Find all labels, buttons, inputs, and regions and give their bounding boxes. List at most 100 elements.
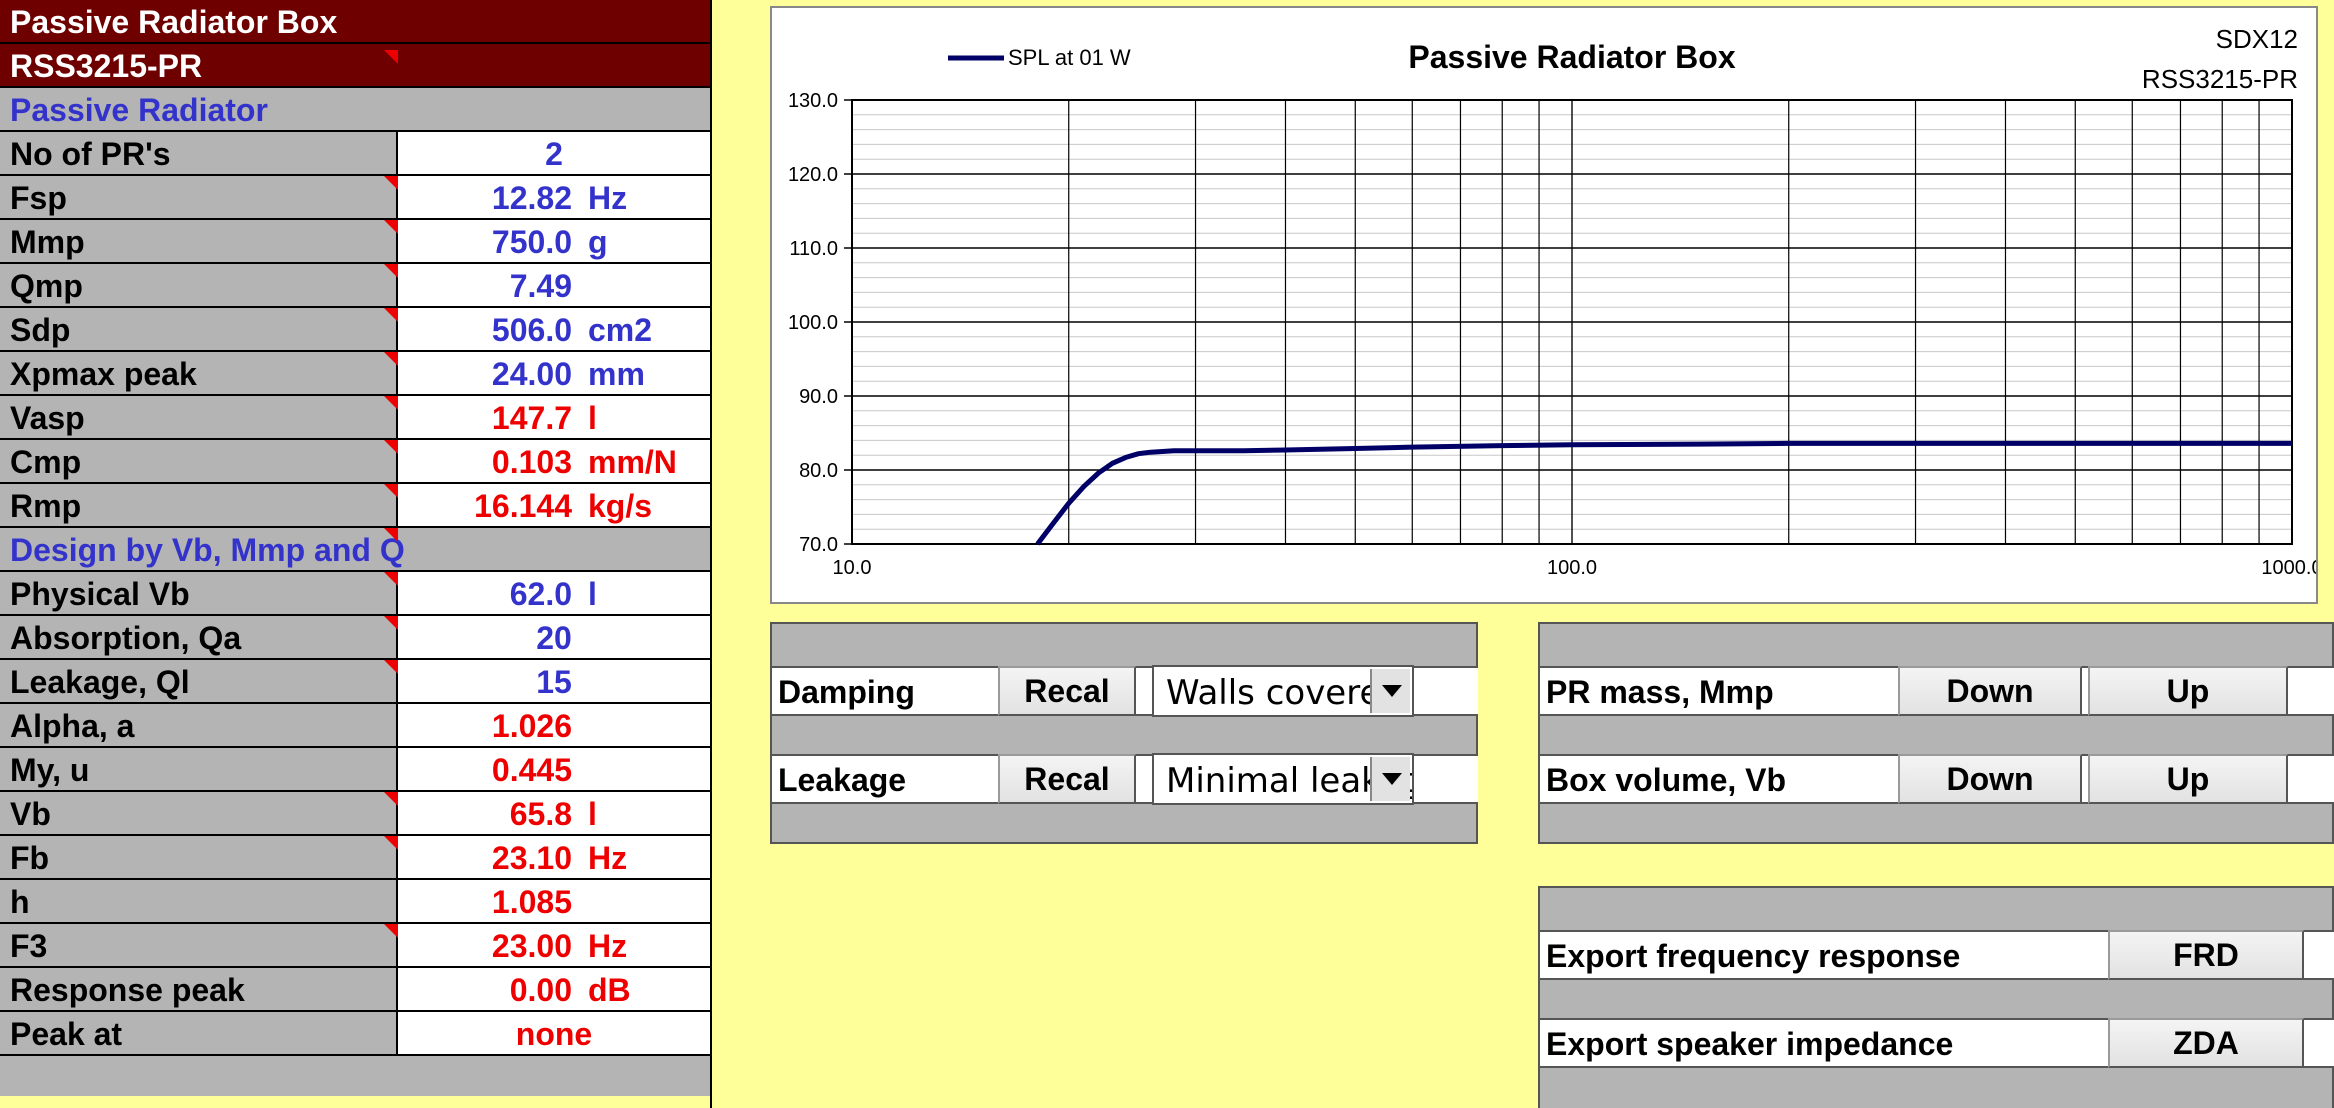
param-row: Vasp 147.7 l bbox=[0, 396, 710, 440]
param-row: Cmp 0.103 mm/N bbox=[0, 440, 710, 484]
export-panel: Export frequency response FRD Export spe… bbox=[1538, 886, 2334, 1108]
param-value-cell[interactable]: 506.0 cm2 bbox=[398, 308, 710, 350]
param-label: Xpmax peak bbox=[10, 356, 197, 392]
param-value: 23.00 bbox=[491, 928, 572, 964]
pr-mass-down-button[interactable]: Down bbox=[1898, 666, 2082, 716]
param-label: h bbox=[10, 884, 30, 920]
param-row: Rmp 16.144 kg/s bbox=[0, 484, 710, 528]
param-row: Alpha, a 1.026 bbox=[0, 704, 710, 748]
param-row: Xpmax peak 24.00 mm bbox=[0, 352, 710, 396]
param-unit: l bbox=[588, 576, 597, 612]
param-row: Leakage, Ql 15 bbox=[0, 660, 710, 704]
param-label: Sdp bbox=[10, 312, 71, 348]
param-label-cell: Peak at bbox=[0, 1012, 398, 1054]
chevron-down-icon[interactable] bbox=[1370, 669, 1410, 713]
param-unit: Hz bbox=[588, 928, 628, 964]
damping-label: Damping bbox=[778, 674, 915, 710]
param-label-cell: My, u bbox=[0, 748, 398, 790]
box-volume-up-button[interactable]: Up bbox=[2088, 754, 2288, 804]
param-label-cell: Mmp bbox=[0, 220, 398, 262]
export-frd-label: Export frequency response bbox=[1546, 938, 1961, 974]
param-value-cell: 147.7 l bbox=[398, 396, 710, 438]
pr-mass-up-button[interactable]: Up bbox=[2088, 666, 2288, 716]
param-value-cell[interactable]: 24.00 mm bbox=[398, 352, 710, 394]
chevron-down-icon[interactable] bbox=[1370, 757, 1410, 801]
export-frd-row: Export frequency response bbox=[1540, 930, 2108, 980]
sheet-title-row: Passive Radiator Box bbox=[0, 0, 710, 44]
param-label: Response peak bbox=[10, 972, 245, 1008]
damping-recal-button[interactable]: Recal bbox=[998, 666, 1136, 716]
param-label: Vb bbox=[10, 796, 51, 832]
param-value-cell[interactable]: 7.49 bbox=[398, 264, 710, 306]
spl-chart: 130.0 120.0 110.0 100.0 90.0 80.0 70.0 10.0 100.… bbox=[770, 6, 2318, 604]
damping-row: Damping bbox=[772, 666, 998, 716]
param-row: Response peak 0.00 dB bbox=[0, 968, 710, 1012]
damping-select[interactable]: Walls covered bbox=[1152, 665, 1414, 717]
leakage-recal-button[interactable]: Recal bbox=[998, 754, 1136, 804]
param-value-cell[interactable]: 15 bbox=[398, 660, 710, 702]
param-value-cell: 23.00 Hz bbox=[398, 924, 710, 966]
comment-marker bbox=[384, 308, 398, 322]
param-value-cell: none bbox=[398, 1012, 710, 1054]
export-zda-gap bbox=[2304, 1018, 2334, 1068]
param-row: h 1.085 bbox=[0, 880, 710, 924]
export-zda-button[interactable]: ZDA bbox=[2108, 1018, 2304, 1068]
param-value: 1.085 bbox=[491, 884, 572, 920]
param-value-cell[interactable]: 750.0 g bbox=[398, 220, 710, 262]
param-label-cell: Fsp bbox=[0, 176, 398, 218]
y-tick-label: 80.0 bbox=[799, 460, 838, 482]
y-tick-label: 70.0 bbox=[799, 534, 838, 556]
param-value: 0.445 bbox=[491, 752, 572, 788]
param-label: F3 bbox=[10, 928, 48, 964]
leakage-select[interactable]: Minimal leakage bbox=[1152, 753, 1414, 805]
acoustic-settings-panel: Damping Recal Walls covered Leakage Reca… bbox=[770, 622, 1478, 844]
param-value: 24.00 bbox=[491, 356, 572, 392]
x-tick-label: 10.0 bbox=[833, 557, 872, 579]
param-label-cell: Leakage, Ql bbox=[0, 660, 398, 702]
param-label-cell: Cmp bbox=[0, 440, 398, 482]
param-row: F3 23.00 Hz bbox=[0, 924, 710, 968]
x-tick-label: 1000.0 bbox=[2261, 557, 2316, 579]
box-volume-label: Box volume, Vb bbox=[1546, 762, 1787, 798]
leakage-label: Leakage bbox=[778, 762, 907, 798]
param-value-cell[interactable]: 12.82 Hz bbox=[398, 176, 710, 218]
export-frd-button[interactable]: FRD bbox=[2108, 930, 2304, 980]
param-value: 23.10 bbox=[491, 840, 572, 876]
y-tick-label: 110.0 bbox=[789, 238, 838, 260]
param-unit: mm/N bbox=[588, 444, 677, 480]
param-value: 0.00 bbox=[509, 972, 572, 1008]
param-value-cell: 0.103 mm/N bbox=[398, 440, 710, 482]
param-value: 62.0 bbox=[509, 576, 572, 612]
param-label-cell: No of PR's bbox=[0, 132, 398, 174]
section-design: Design by Vb, Mmp and Q bbox=[0, 528, 710, 572]
param-value-cell[interactable]: 62.0 l bbox=[398, 572, 710, 614]
param-row: Physical Vb 62.0 l bbox=[0, 572, 710, 616]
param-row: No of PR's 2 bbox=[0, 132, 710, 176]
comment-marker bbox=[384, 792, 398, 806]
comment-marker bbox=[384, 660, 398, 674]
comment-marker bbox=[384, 484, 398, 498]
box-volume-down-button[interactable]: Down bbox=[1898, 754, 2082, 804]
model-row[interactable]: RSS3215-PR bbox=[0, 44, 710, 88]
param-row: Sdp 506.0 cm2 bbox=[0, 308, 710, 352]
box-volume-row: Box volume, Vb bbox=[1540, 754, 1898, 804]
param-value-cell: 65.8 l bbox=[398, 792, 710, 834]
param-label-cell: h bbox=[0, 880, 398, 922]
spl-chart-svg: 130.0 120.0 110.0 100.0 90.0 80.0 70.010.0 100.… bbox=[788, 24, 2316, 579]
param-label-cell: Xpmax peak bbox=[0, 352, 398, 394]
param-unit: l bbox=[588, 400, 597, 436]
comment-marker bbox=[384, 220, 398, 234]
param-row: Vb 65.8 l bbox=[0, 792, 710, 836]
x-tick-label: 100.0 bbox=[1547, 557, 1597, 579]
param-unit: mm bbox=[588, 356, 645, 392]
param-label: Absorption, Qa bbox=[10, 620, 242, 656]
param-value-cell: 0.445 bbox=[398, 748, 710, 790]
param-value-cell[interactable]: 20 bbox=[398, 616, 710, 658]
param-value-cell: 1.026 bbox=[398, 704, 710, 746]
param-value: 7.49 bbox=[509, 268, 572, 304]
param-value: 1.026 bbox=[491, 708, 572, 744]
param-value-cell[interactable]: 2 bbox=[398, 132, 710, 174]
param-row: Fb 23.10 Hz bbox=[0, 836, 710, 880]
param-label-cell: Response peak bbox=[0, 968, 398, 1010]
param-value: 147.7 bbox=[491, 400, 572, 436]
